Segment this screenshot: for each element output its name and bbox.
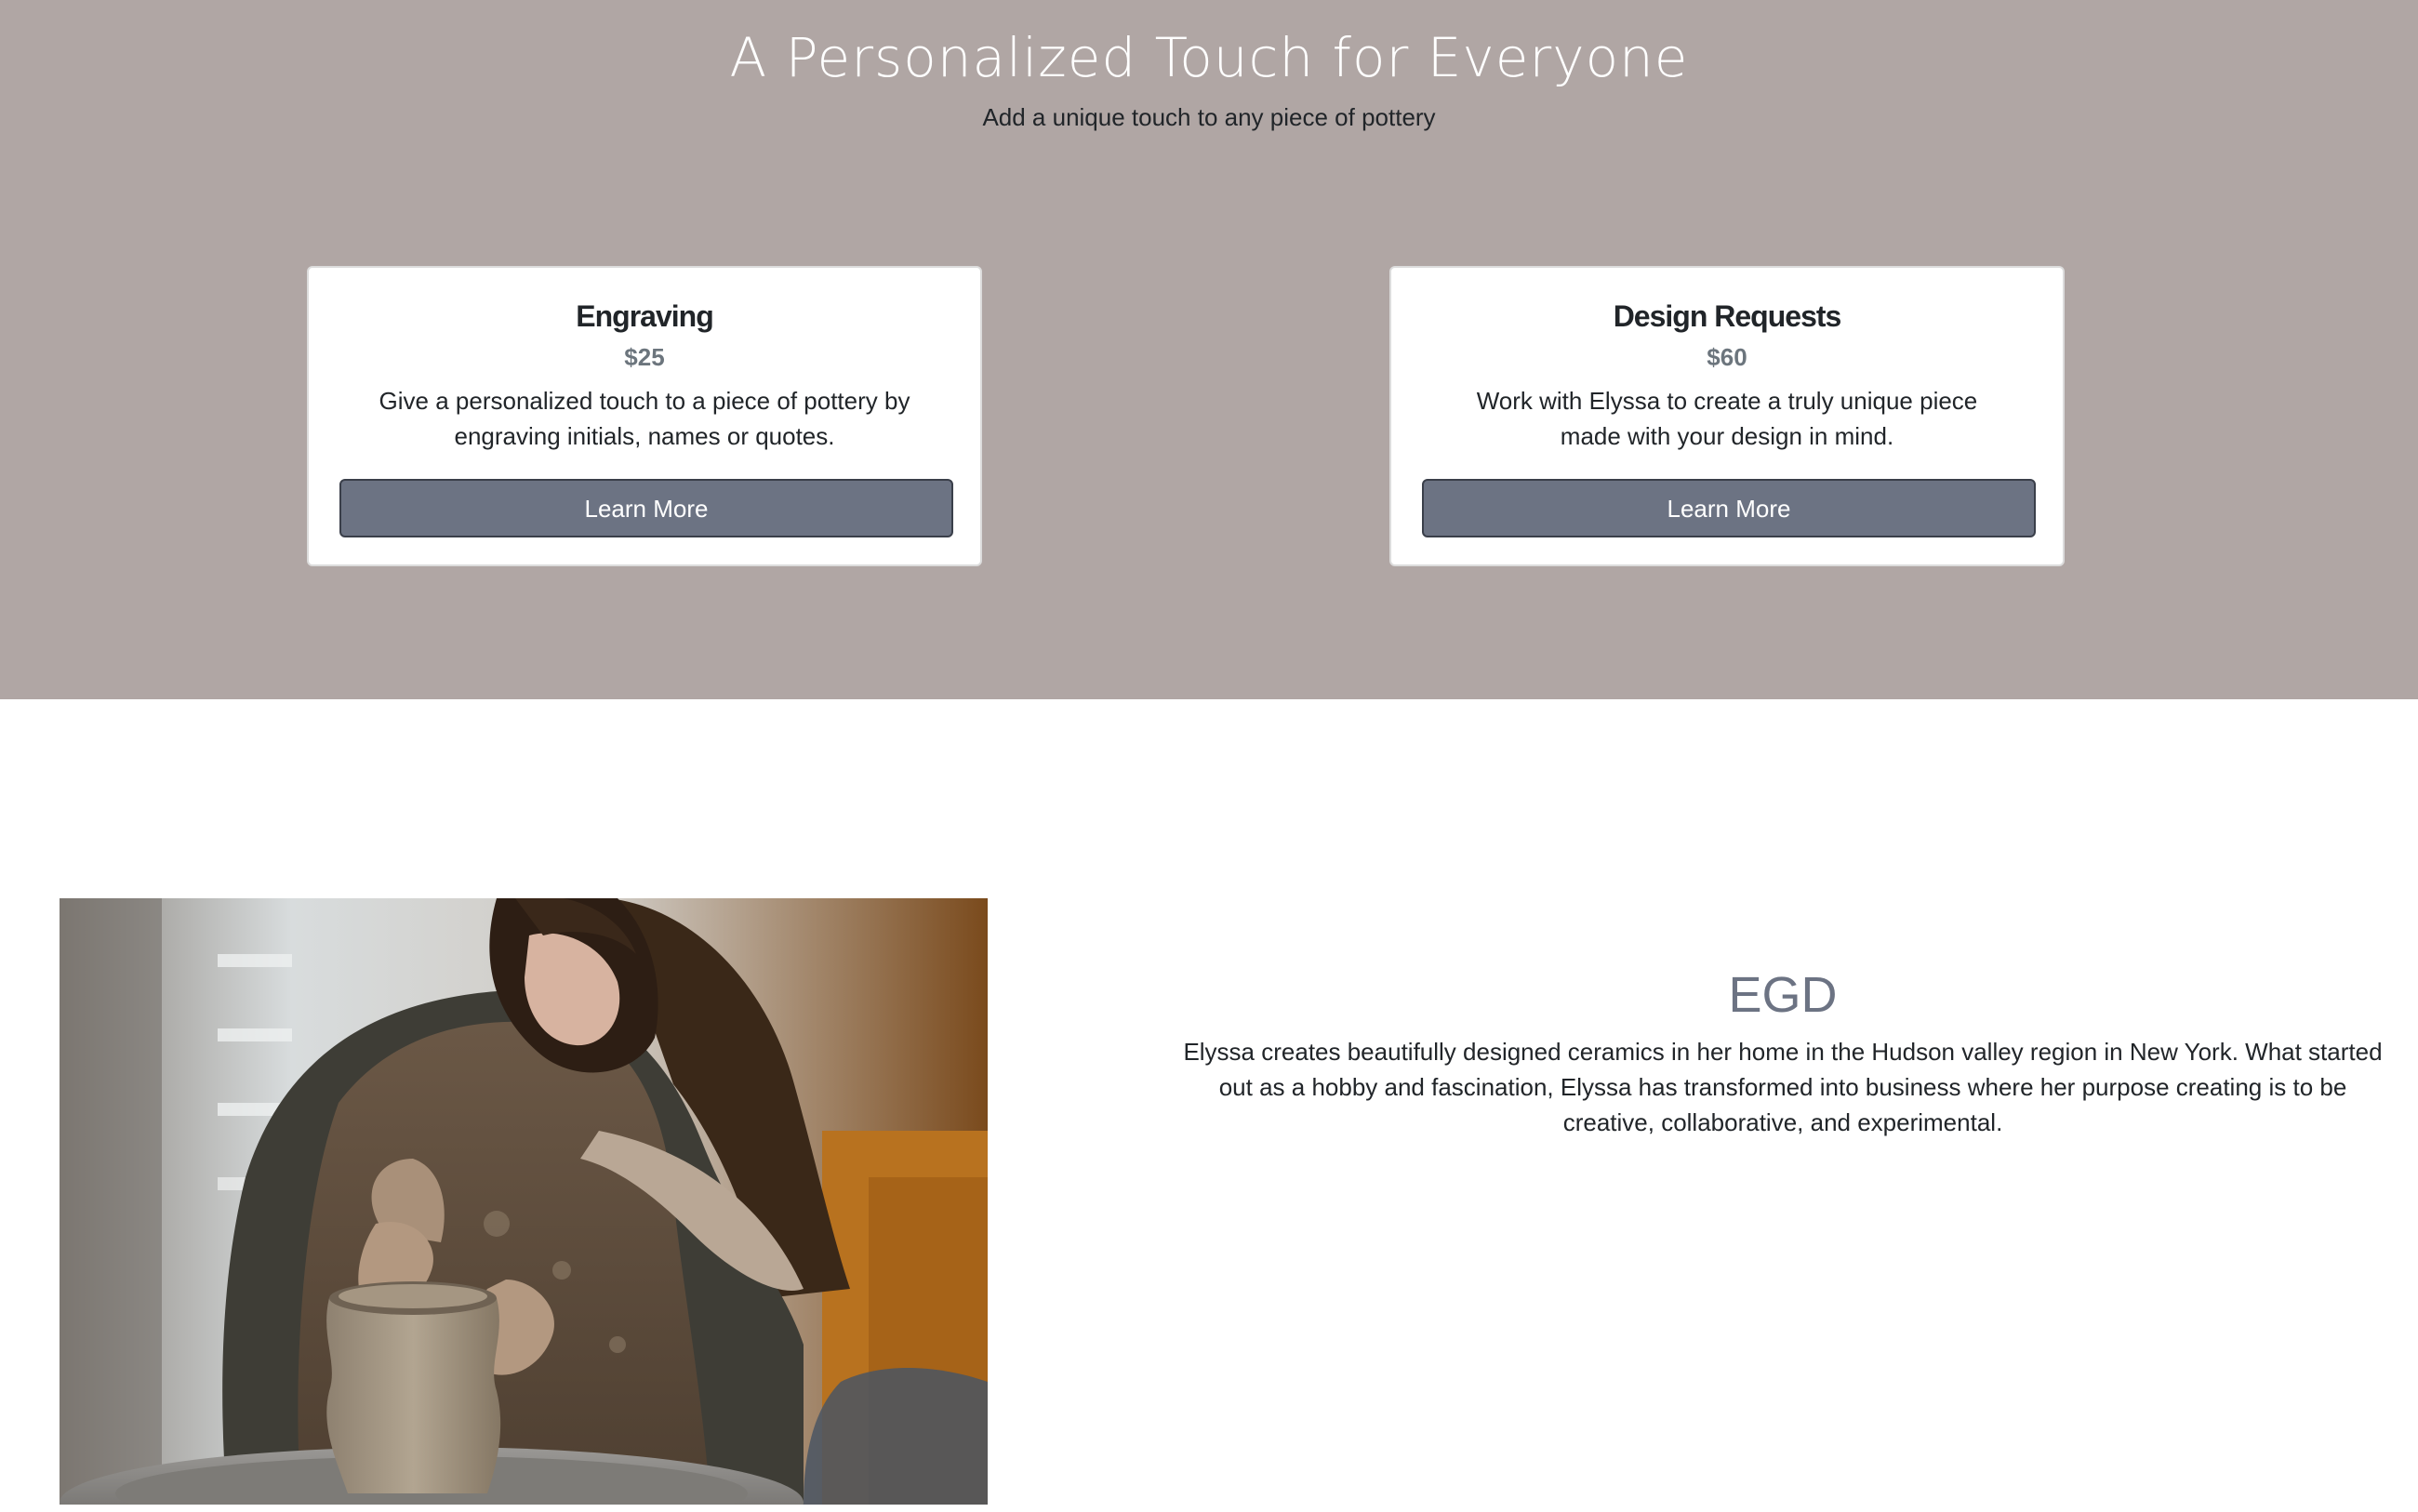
section-title: A Personalized Touch for Everyone [729, 26, 1689, 89]
service-card-engraving: Engraving $25 Give a personalized touch … [307, 266, 982, 566]
personalization-section: A Personalized Touch for Everyone Add a … [0, 0, 2418, 699]
card-title: Engraving [576, 299, 713, 333]
section-subtitle: Add a unique touch to any piece of potte… [982, 103, 1436, 131]
learn-more-button-engraving[interactable]: Learn More [339, 479, 953, 537]
about-title: EGD [1728, 967, 1838, 1023]
card-description: Work with Elyssa to create a truly uniqu… [1476, 387, 1978, 450]
service-card-design-requests: Design Requests $60 Work with Elyssa to … [1389, 266, 2065, 566]
card-title: Design Requests [1613, 299, 1842, 333]
potter-at-wheel-photo [60, 898, 988, 1505]
about-description: Elyssa creates beautifully designed cera… [1183, 1038, 2383, 1136]
learn-more-button-design-requests[interactable]: Learn More [1422, 479, 2036, 537]
card-description: Give a personalized touch to a piece of … [379, 387, 910, 450]
card-price: $25 [624, 343, 665, 371]
card-price: $60 [1707, 343, 1747, 371]
